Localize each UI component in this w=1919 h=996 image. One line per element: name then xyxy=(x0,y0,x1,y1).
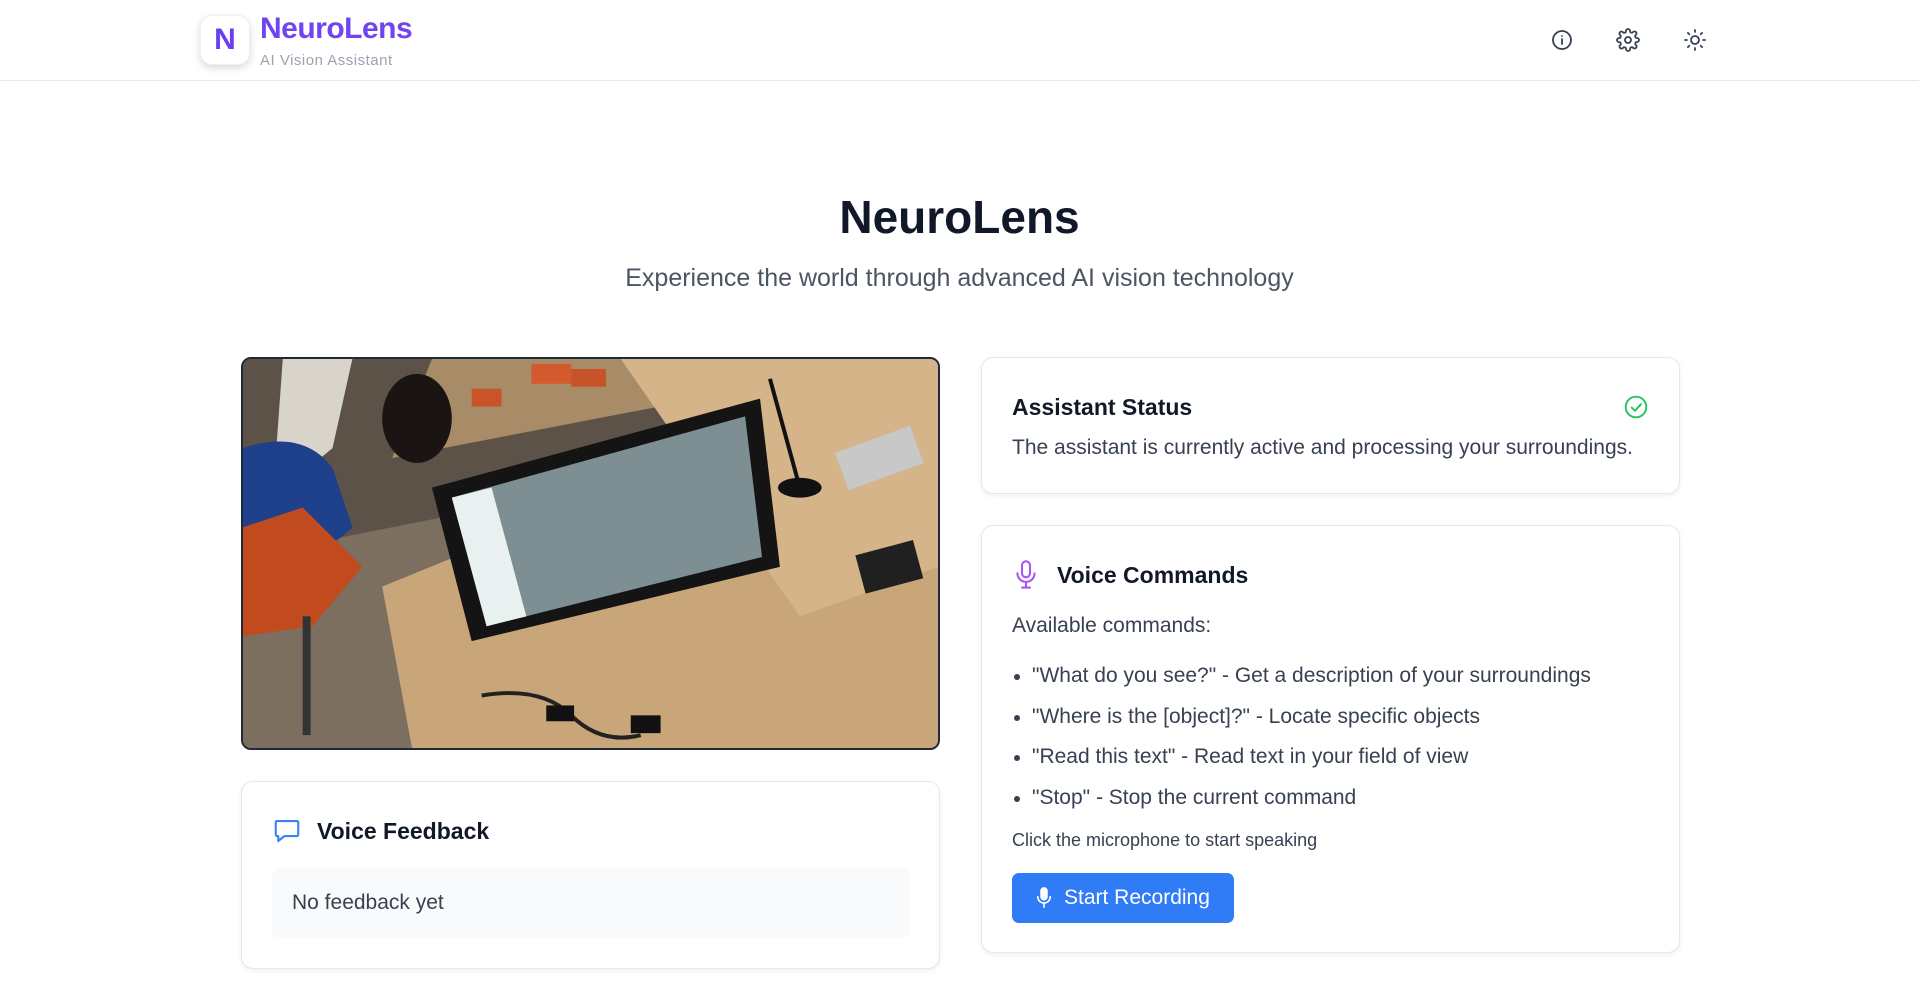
microphone-icon xyxy=(1034,886,1054,910)
voice-commands-title: Voice Commands xyxy=(1057,562,1249,588)
app-name: NeuroLens xyxy=(260,12,413,45)
app-logo[interactable]: N xyxy=(200,15,250,65)
voice-feedback-card: Voice Feedback No feedback yet xyxy=(241,781,940,969)
assistant-status-card: Assistant Status The assistant is curren… xyxy=(981,357,1680,494)
check-circle-icon xyxy=(1623,394,1649,425)
status-card-title: Assistant Status xyxy=(1012,394,1193,420)
command-item: "Read this text" - Read text in your fie… xyxy=(1012,737,1591,778)
voice-commands-card: Voice Commands Available commands: "What… xyxy=(981,525,1680,953)
available-commands-label: Available commands: xyxy=(1012,614,1212,637)
feedback-output: No feedback yet xyxy=(272,868,910,938)
microphone-icon xyxy=(1012,559,1040,596)
hero-subtitle: Experience the world through advanced AI… xyxy=(625,264,1294,292)
command-item: "What do you see?" - Get a description o… xyxy=(1012,656,1591,697)
info-icon[interactable] xyxy=(1546,24,1578,56)
status-text: The assistant is currently active and pr… xyxy=(1012,436,1633,459)
commands-list: "What do you see?" - Get a description o… xyxy=(1012,656,1591,819)
theme-sun-icon[interactable] xyxy=(1679,24,1711,56)
top-navbar: N NeuroLens AI Vision Assistant xyxy=(0,0,1919,81)
settings-gear-icon[interactable] xyxy=(1612,24,1644,56)
command-item: "Where is the [object]?" - Locate specif… xyxy=(1012,697,1591,738)
start-recording-button[interactable]: Start Recording xyxy=(1012,873,1234,923)
camera-feed-image xyxy=(243,359,938,748)
voice-feedback-title: Voice Feedback xyxy=(317,818,490,844)
logo-letter: N xyxy=(214,23,236,56)
microphone-hint: Click the microphone to start speaking xyxy=(1012,830,1318,850)
camera-feed xyxy=(241,357,940,750)
start-recording-label: Start Recording xyxy=(1064,886,1210,909)
app-subtitle: AI Vision Assistant xyxy=(260,52,393,69)
chat-bubble-icon xyxy=(272,816,302,851)
command-item: "Stop" - Stop the current command xyxy=(1012,778,1591,819)
hero-title: NeuroLens xyxy=(839,191,1080,243)
